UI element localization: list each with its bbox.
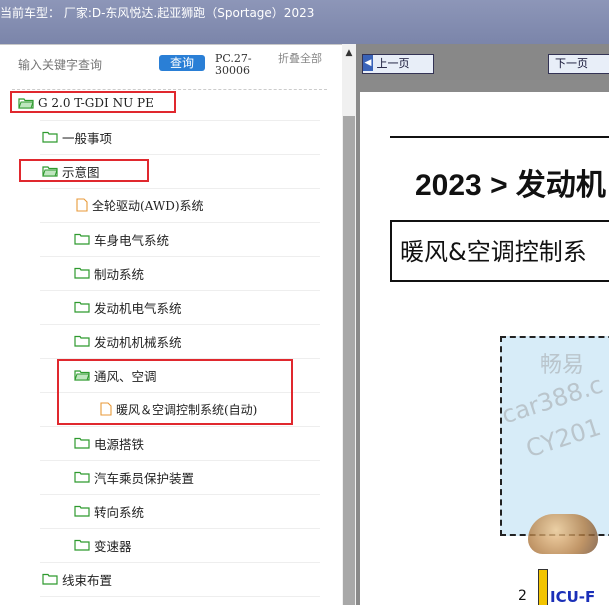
collapse-all-button[interactable]: 折叠全部	[278, 53, 323, 65]
folder-icon	[74, 505, 90, 517]
query-button[interactable]: 查询	[159, 55, 205, 71]
scroll-up-arrow-icon[interactable]: ▲	[342, 46, 356, 60]
folder-icon	[74, 267, 90, 279]
pc-code-label: PC.27-30006	[215, 52, 252, 77]
doc-subtitle: 暖风&空调控制系	[400, 238, 587, 266]
tree-node-brake[interactable]: 制动系统	[74, 258, 374, 288]
highlight-box-schematics	[19, 159, 149, 182]
folder-icon	[42, 131, 58, 143]
connector-wire	[538, 569, 548, 605]
pin-number: 2	[518, 588, 527, 604]
tree-node-engine-electrical[interactable]: 发动机电气系统	[74, 292, 374, 322]
tree-scrollbar[interactable]: ▲	[342, 44, 356, 605]
row-divider	[40, 290, 320, 291]
tree-node-engine-mechanical[interactable]: 发动机机械系统	[74, 326, 374, 356]
next-page-button[interactable]: 下一页	[548, 54, 609, 74]
tree-node-label: 发动机电气系统	[94, 300, 182, 316]
highlight-box-engine	[10, 91, 176, 113]
row-divider	[40, 596, 320, 597]
search-row: 查询 PC.27-30006 折叠全部	[0, 45, 340, 89]
folder-icon	[74, 437, 90, 449]
folder-icon	[74, 335, 90, 347]
row-divider	[40, 562, 320, 563]
catalog-panel: 查询 PC.27-30006 折叠全部 G 2.0 T-GDI NU PE 一般…	[0, 44, 356, 605]
tree-node-power-ground[interactable]: 电源搭铁	[74, 428, 374, 458]
prev-page-button[interactable]: ◀ 上一页	[362, 54, 434, 74]
row-divider	[40, 222, 320, 223]
tree-node-label: 车身电气系统	[94, 232, 170, 248]
watermark-logo	[528, 514, 598, 554]
row-divider	[40, 528, 320, 529]
highlight-box-hvac	[57, 359, 293, 425]
tree-node-label: 转向系统	[94, 504, 145, 520]
row-divider	[40, 324, 320, 325]
current-vehicle-title: 当前车型： 厂家:D-东风悦达.起亚狮跑（Sportage）2023	[0, 6, 315, 20]
row-divider	[40, 426, 320, 427]
title-bar: 当前车型： 厂家:D-东风悦达.起亚狮跑（Sportage）2023	[0, 0, 609, 44]
tree-node-harness-layout[interactable]: 线束布置	[42, 564, 342, 594]
tree-node-label: 汽车乘员保护装置	[94, 470, 195, 486]
tree-node-label: 变速器	[94, 538, 132, 554]
next-page-label: 下一页	[555, 57, 588, 70]
document-viewer: ◀ 上一页 下一页 2023 > 发动机 暖风&空调控制系 畅易 car388.…	[356, 44, 609, 605]
doc-rule	[390, 136, 609, 138]
document-page: 2023 > 发动机 暖风&空调控制系 畅易 car388.c CY201 2 …	[360, 92, 609, 605]
folder-icon	[74, 233, 90, 245]
connector-label: ICU-F	[550, 588, 596, 605]
row-divider	[40, 256, 320, 257]
tree-node-occupant-protection[interactable]: 汽车乘员保护装置	[74, 462, 374, 492]
tree-node-label: 发动机机械系统	[94, 334, 182, 350]
tree-node-body-electrical[interactable]: 车身电气系统	[74, 224, 374, 254]
row-divider	[40, 120, 320, 121]
folder-icon	[74, 301, 90, 313]
folder-icon	[74, 539, 90, 551]
folder-icon	[42, 573, 58, 585]
tree-node-awd[interactable]: 全轮驱动(AWD)系统	[76, 190, 376, 220]
scroll-thumb[interactable]	[343, 116, 355, 605]
row-divider	[40, 154, 320, 155]
folder-icon	[74, 471, 90, 483]
doc-heading: 2023 > 发动机	[415, 169, 606, 202]
tree-node-general[interactable]: 一般事项	[42, 122, 342, 152]
search-input[interactable]	[12, 55, 164, 75]
viewer-toolbar: ◀ 上一页 下一页	[356, 44, 609, 80]
row-divider	[40, 460, 320, 461]
row-divider	[40, 188, 320, 189]
watermark-text: 畅易	[540, 353, 585, 378]
file-icon	[76, 198, 88, 212]
tree-node-label: 制动系统	[94, 266, 145, 282]
tree-node-label: 全轮驱动(AWD)系统	[92, 198, 204, 213]
tree-node-transmission[interactable]: 变速器	[74, 530, 374, 560]
tree-node-label: 电源搭铁	[94, 436, 145, 452]
arrow-left-icon: ◀	[363, 55, 373, 71]
tree-node-steering[interactable]: 转向系统	[74, 496, 374, 526]
tree-node-label: 线束布置	[62, 572, 113, 588]
prev-page-label: 上一页	[376, 57, 410, 70]
tree-node-label: 一般事项	[62, 130, 113, 146]
row-divider	[40, 494, 320, 495]
